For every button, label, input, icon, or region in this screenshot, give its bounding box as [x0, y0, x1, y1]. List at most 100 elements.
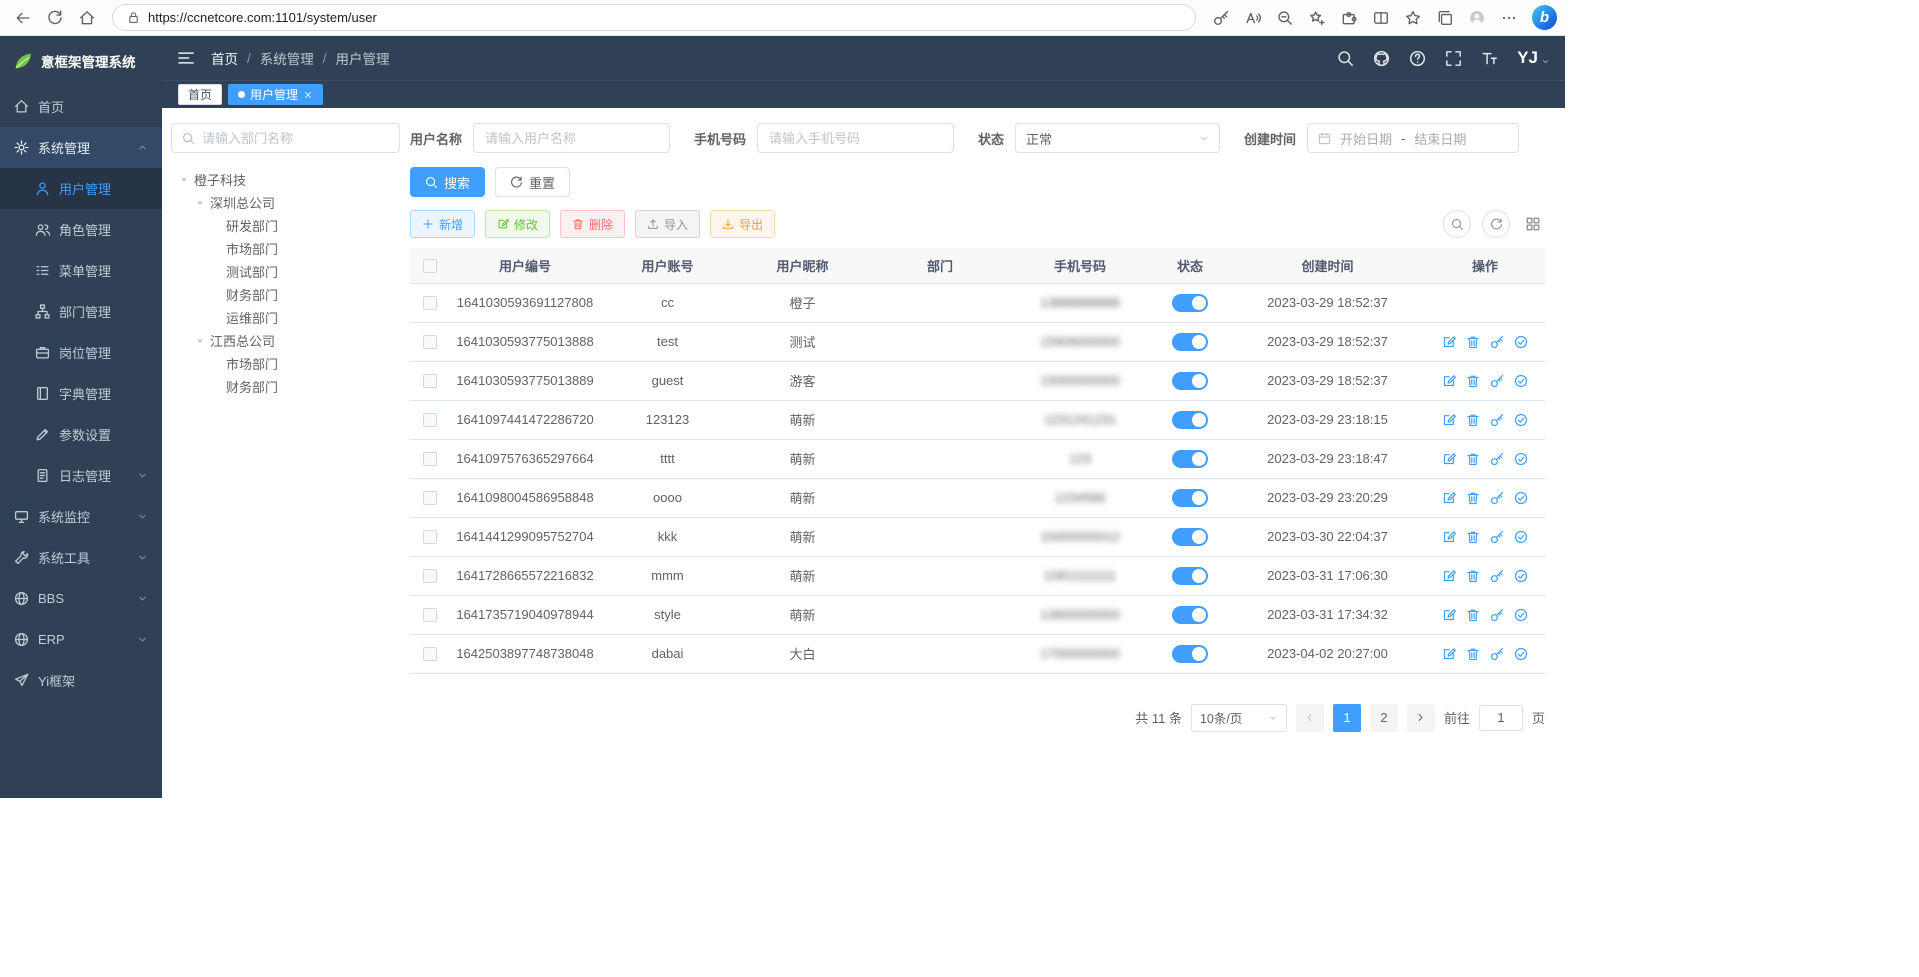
add-favorite-icon[interactable] [1302, 3, 1332, 33]
close-icon[interactable] [303, 90, 313, 100]
tree-node[interactable]: 橙子科技 [171, 168, 400, 191]
font-size-icon[interactable] [1481, 50, 1498, 67]
delete-icon[interactable] [1466, 413, 1480, 427]
delete-icon[interactable] [1466, 491, 1480, 505]
tree-node[interactable]: 江西总公司 [171, 329, 400, 352]
row-checkbox[interactable] [423, 296, 437, 310]
reset-password-icon[interactable] [1490, 335, 1504, 349]
delete-icon[interactable] [1466, 452, 1480, 466]
sidebar-item-dict-management[interactable]: 字典管理 [0, 373, 162, 414]
tree-node[interactable]: 财务部门 [171, 375, 400, 398]
goto-page-input[interactable] [1479, 705, 1523, 731]
import-button[interactable]: 导入 [635, 210, 700, 238]
extensions-icon[interactable] [1334, 3, 1364, 33]
user-menu[interactable]: YJ [1517, 48, 1550, 68]
page-button-2[interactable]: 2 [1370, 704, 1398, 732]
assign-role-icon[interactable] [1514, 569, 1528, 583]
assign-role-icon[interactable] [1514, 335, 1528, 349]
reset-password-icon[interactable] [1490, 491, 1504, 505]
delete-button[interactable]: 删除 [560, 210, 625, 238]
tab-home[interactable]: 首页 [178, 84, 222, 105]
search-icon[interactable] [1337, 50, 1354, 67]
assign-role-icon[interactable] [1514, 413, 1528, 427]
status-toggle[interactable] [1172, 333, 1208, 351]
sidebar-item-role-management[interactable]: 角色管理 [0, 209, 162, 250]
breadcrumb-item-system[interactable]: 系统管理 [260, 48, 314, 68]
row-checkbox[interactable] [423, 569, 437, 583]
phone-input[interactable] [757, 123, 954, 153]
reset-password-icon[interactable] [1490, 452, 1504, 466]
refresh-table-button[interactable] [1482, 210, 1510, 238]
row-checkbox[interactable] [423, 491, 437, 505]
assign-role-icon[interactable] [1514, 530, 1528, 544]
sidebar-item-dept-management[interactable]: 部门管理 [0, 291, 162, 332]
sidebar-item-system-management[interactable]: 系统管理 [0, 127, 162, 168]
export-button[interactable]: 导出 [710, 210, 775, 238]
status-toggle[interactable] [1172, 645, 1208, 663]
search-button[interactable]: 搜索 [410, 167, 485, 197]
reset-button[interactable]: 重置 [495, 167, 570, 197]
status-toggle[interactable] [1172, 606, 1208, 624]
row-checkbox[interactable] [423, 452, 437, 466]
reset-password-icon[interactable] [1490, 413, 1504, 427]
row-checkbox[interactable] [423, 608, 437, 622]
sidebar-item-erp[interactable]: ERP [0, 619, 162, 660]
edit-icon[interactable] [1442, 608, 1456, 622]
password-key-icon[interactable] [1206, 3, 1236, 33]
sidebar-item-menu-management[interactable]: 菜单管理 [0, 250, 162, 291]
read-aloud-icon[interactable] [1238, 3, 1268, 33]
favorites-icon[interactable] [1398, 3, 1428, 33]
delete-icon[interactable] [1466, 647, 1480, 661]
sidebar-item-yi-framework[interactable]: Yi框架 [0, 660, 162, 701]
edit-button[interactable]: 修改 [485, 210, 550, 238]
github-icon[interactable] [1373, 50, 1390, 67]
status-toggle[interactable] [1172, 372, 1208, 390]
date-range-picker[interactable]: 开始日期 - 结束日期 [1307, 123, 1519, 153]
assign-role-icon[interactable] [1514, 608, 1528, 622]
status-select[interactable]: 正常 [1015, 123, 1220, 153]
help-icon[interactable] [1409, 50, 1426, 67]
delete-icon[interactable] [1466, 608, 1480, 622]
sidebar-item-system-tools[interactable]: 系统工具 [0, 537, 162, 578]
row-checkbox[interactable] [423, 374, 437, 388]
assign-role-icon[interactable] [1514, 374, 1528, 388]
tree-node[interactable]: 研发部门 [171, 214, 400, 237]
row-checkbox[interactable] [423, 413, 437, 427]
edit-icon[interactable] [1442, 335, 1456, 349]
row-checkbox[interactable] [423, 335, 437, 349]
next-page-button[interactable] [1407, 704, 1435, 732]
dept-search-input[interactable] [202, 131, 389, 146]
reset-password-icon[interactable] [1490, 569, 1504, 583]
add-button[interactable]: 新增 [410, 210, 475, 238]
status-toggle[interactable] [1172, 450, 1208, 468]
tree-node[interactable]: 深圳总公司 [171, 191, 400, 214]
prev-page-button[interactable] [1296, 704, 1324, 732]
sidebar-item-bbs[interactable]: BBS [0, 578, 162, 619]
status-toggle[interactable] [1172, 294, 1208, 312]
edit-icon[interactable] [1442, 569, 1456, 583]
sidebar-item-home[interactable]: 首页 [0, 86, 162, 127]
copilot-icon[interactable]: b [1532, 5, 1557, 30]
select-all-checkbox[interactable] [423, 259, 437, 273]
assign-role-icon[interactable] [1514, 491, 1528, 505]
tree-node[interactable]: 测试部门 [171, 260, 400, 283]
edit-icon[interactable] [1442, 374, 1456, 388]
hamburger-icon[interactable] [177, 49, 195, 67]
tree-node[interactable]: 市场部门 [171, 352, 400, 375]
delete-icon[interactable] [1466, 374, 1480, 388]
delete-icon[interactable] [1466, 530, 1480, 544]
tab-user-management[interactable]: 用户管理 [228, 84, 323, 105]
sidebar-item-user-management[interactable]: 用户管理 [0, 168, 162, 209]
reload-button[interactable] [40, 3, 70, 33]
edit-icon[interactable] [1442, 530, 1456, 544]
edit-icon[interactable] [1442, 413, 1456, 427]
reset-password-icon[interactable] [1490, 530, 1504, 544]
assign-role-icon[interactable] [1514, 452, 1528, 466]
browser-home-button[interactable] [72, 3, 102, 33]
row-checkbox[interactable] [423, 530, 437, 544]
row-checkbox[interactable] [423, 647, 437, 661]
status-toggle[interactable] [1172, 567, 1208, 585]
columns-toggle-button[interactable] [1521, 212, 1545, 236]
page-size-select[interactable]: 10条/页 [1191, 704, 1287, 732]
profile-avatar[interactable] [1462, 3, 1492, 33]
